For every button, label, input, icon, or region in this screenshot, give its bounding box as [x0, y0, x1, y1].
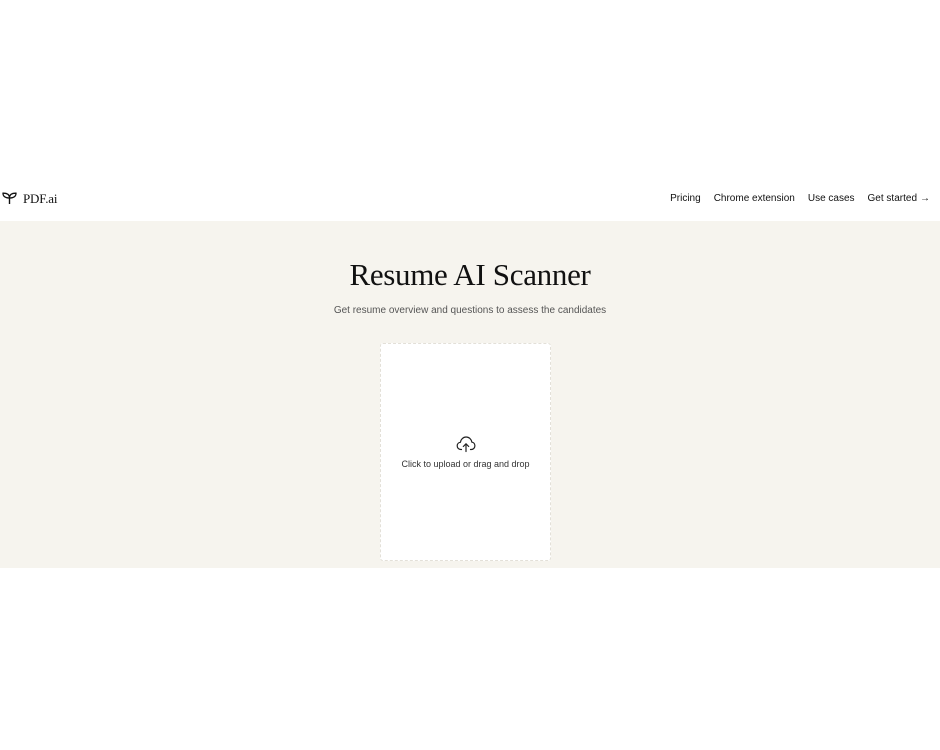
nav-links: Pricing Chrome extension Use cases Get s…	[670, 193, 930, 204]
page-title: Resume AI Scanner	[349, 257, 591, 292]
nav-link-use-cases[interactable]: Use cases	[808, 193, 855, 204]
brand-name: PDF.ai	[23, 190, 58, 206]
nav-link-pricing[interactable]: Pricing	[670, 193, 701, 204]
hero-section: Resume AI Scanner Get resume overview an…	[0, 221, 940, 568]
get-started-label: Get started	[867, 193, 917, 204]
nav-link-get-started[interactable]: Get started →	[868, 193, 930, 204]
page-subtitle: Get resume overview and questions to ass…	[333, 305, 607, 316]
upload-dropzone[interactable]: Click to upload or drag and drop	[380, 343, 551, 561]
brand-logo-link[interactable]: PDF.ai	[2, 191, 57, 207]
nav-link-chrome-extension[interactable]: Chrome extension	[714, 193, 795, 204]
sprout-icon	[2, 192, 17, 205]
top-blank-area	[0, 0, 940, 176]
navbar: PDF.ai Pricing Chrome extension Use case…	[0, 176, 940, 221]
upload-label: Click to upload or drag and drop	[401, 459, 530, 469]
cloud-upload-icon	[456, 435, 476, 453]
arrow-right-icon: →	[920, 193, 930, 204]
page: PDF.ai Pricing Chrome extension Use case…	[0, 0, 940, 750]
